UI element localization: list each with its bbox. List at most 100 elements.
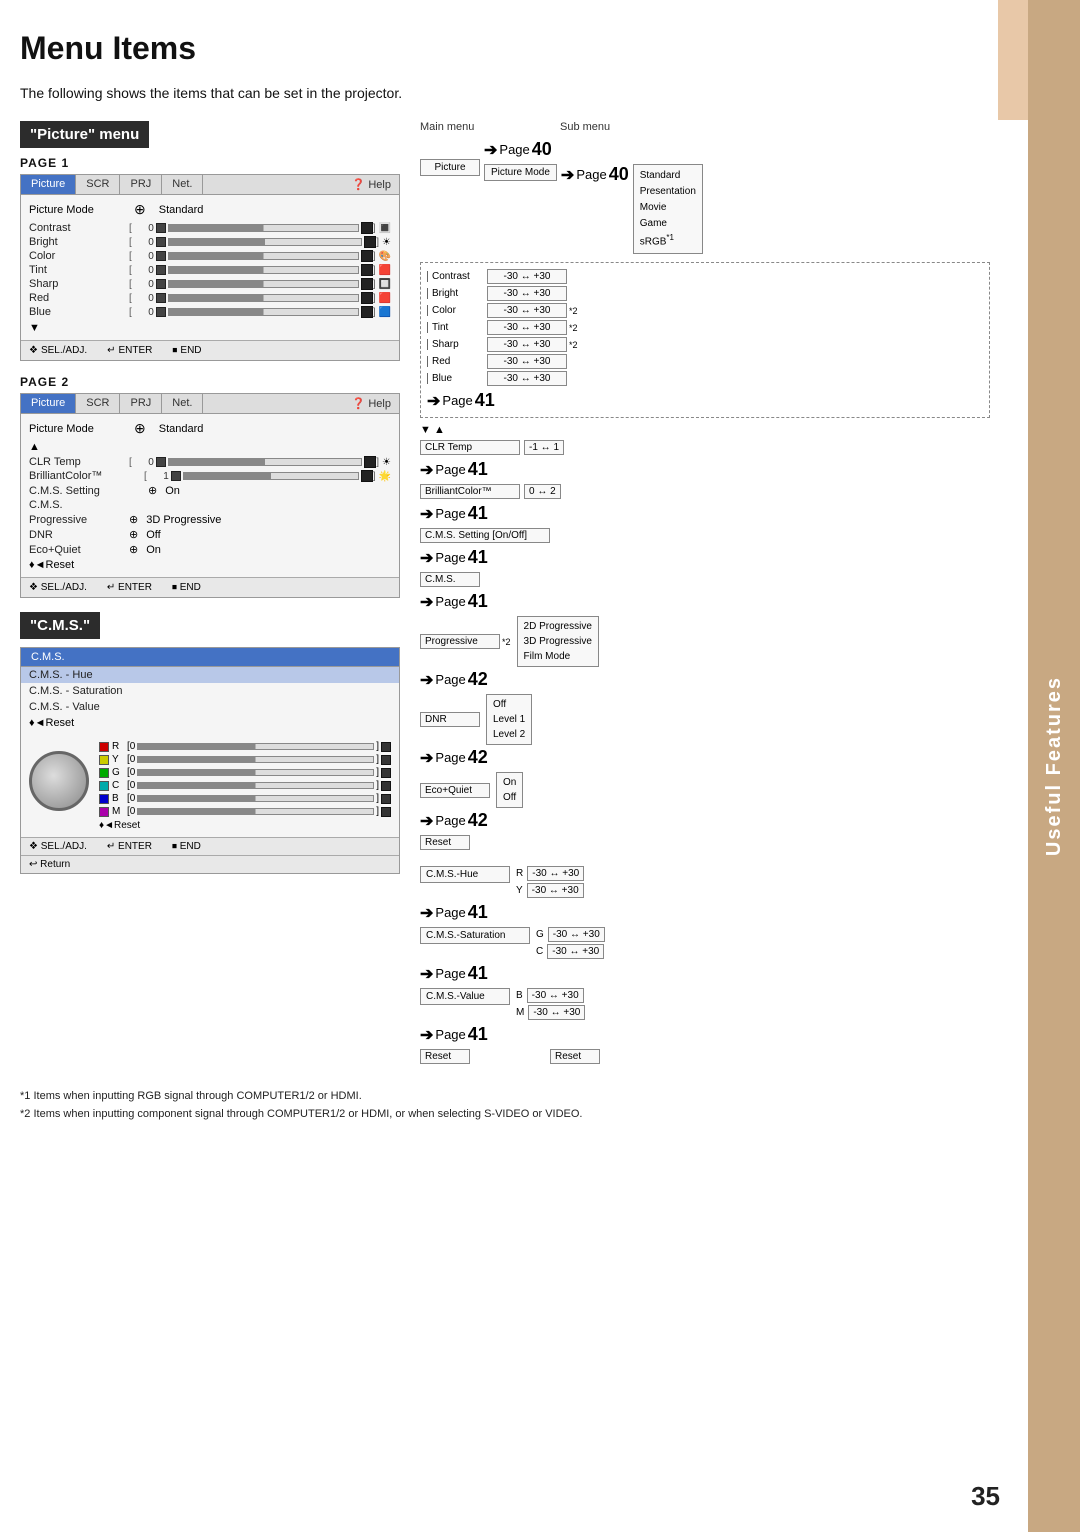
contrast-label: Contrast [29,222,129,234]
page-title: Menu Items [20,30,990,67]
tab-net-p1[interactable]: Net. [162,175,203,194]
page41-brilliant-row: ➔ Page 41 [420,503,990,524]
clrtemp-range-box: -1 ↔ 1 [524,440,564,455]
clrtemp-label-box: CLR Temp [420,440,520,455]
page42-ecoquiet-row: ➔ Page 42 [420,810,990,831]
tab-help-p1[interactable]: ❓ Help [344,175,399,194]
page-number: 35 [971,1481,1000,1512]
picture-mode-sub-items: Standard Presentation Movie Game sRGB*1 [633,164,703,254]
diag-tint-row: Tint -30 ↔ +30 *2 [427,320,983,335]
bright-range: -30 ↔ +30 [487,286,567,301]
tab-picture-p2[interactable]: Picture [21,394,76,413]
useful-features-label: Useful Features [1043,676,1066,856]
cms-saturation-colors: G -30 ↔ +30 C -30 ↔ +30 [536,927,605,959]
bright-slider[interactable] [156,236,376,248]
tab-scr-p2[interactable]: SCR [76,394,120,413]
tab-net-p2[interactable]: Net. [162,394,203,413]
cms-return-row: ↩ Return [21,855,399,873]
cms-saturation-diag: C.M.S.-Saturation G -30 ↔ +30 C -30 ↔ +3… [420,927,990,959]
diag-contrast-row: Contrast -30 ↔ +30 [427,269,983,284]
menu-row-clrtemp: CLR Temp [ 0 ] ☀ [29,456,391,468]
tint-slider[interactable] [156,264,373,276]
tab-help-p2[interactable]: ❓ Help [344,394,399,413]
brilliantcolor-range-box: 0 ↔ 2 [524,484,561,499]
cmssetting-diag-row: C.M.S. Setting [On/Off] [420,528,990,543]
page41-cmssetting-row: ➔ Page 41 [420,547,990,568]
cms-label-box: C.M.S. [420,572,480,587]
cms-reset-box2: Reset [550,1049,600,1064]
dnr-label-box: DNR [420,712,480,727]
tab-scr-p1[interactable]: SCR [76,175,120,194]
tab-prj-p1[interactable]: PRJ [120,175,162,194]
menu-footer-p1: ❖ SEL./ADJ. ↵ ENTER ⏹ END [21,340,399,360]
picture-mode-row-p1: Picture Mode ⊕ Standard [29,201,391,218]
tab-prj-p2[interactable]: PRJ [120,394,162,413]
tab-picture-p1[interactable]: Picture [21,175,76,194]
contrast-group-dashed: Contrast -30 ↔ +30 Bright -30 ↔ +30 Colo… [420,262,990,418]
cms-slider-y: Y [ 0 ] [99,754,391,765]
useful-features-tab: Useful Features [1028,0,1080,1532]
sharp-range: -30 ↔ +30 [487,337,567,352]
color-swatch-g [99,768,109,778]
sharp-slider[interactable] [156,278,373,290]
reset-p2: ♦◄Reset [29,559,391,571]
menu-row-sharp: Sharp [ 0 ] 🔲 [29,278,391,290]
page41-cmsval-row: ➔ Page 41 [420,1024,990,1045]
color-swatch-c [99,781,109,791]
picture-menu-page1-box: Picture SCR PRJ Net. ❓ Help Picture Mode… [20,174,400,361]
cms-sat-g-range: -30 ↔ +30 [548,927,605,942]
blue-slider[interactable] [156,306,373,318]
cms-diagram-area: C.M.S.-Hue R -30 ↔ +30 Y -30 ↔ +30 ➔ [420,866,990,1064]
progressive-sub-items: 2D Progressive 3D Progressive Film Mode [517,616,599,667]
brilliantcolor-diag-row: BrilliantColor™ 0 ↔ 2 [420,484,990,499]
top-accent-bar [998,0,1028,120]
page41-row-1: ➔ Page 41 [427,390,983,411]
cms-color-wheel [29,751,89,811]
cms-slider-m: M [ 0 ] [99,806,391,817]
picture-menu-header: "Picture" menu [20,121,149,148]
cms-value-colors: B -30 ↔ +30 M -30 ↔ +30 [516,988,585,1020]
diag-red-row: Red -30 ↔ +30 [427,354,983,369]
menu-tab-bar-p1: Picture SCR PRJ Net. ❓ Help [21,175,399,195]
main-content: Menu Items The following shows the items… [20,0,990,1124]
down-arrow-p1: ▼ [29,322,391,334]
contrast-slider[interactable] [156,222,373,234]
red-slider[interactable] [156,292,373,304]
page42-dnr-row: ➔ Page 42 [420,747,990,768]
page41-cms-row: ➔ Page 41 [420,591,990,612]
menu-footer-p2: ❖ SEL./ADJ. ↵ ENTER ⏹ END [21,577,399,597]
picture-mode-arrow: ➔ Page 40 [561,164,629,185]
menu-row-contrast: Contrast [ 0 ] 🔳 [29,222,391,234]
color-swatch-m [99,807,109,817]
page40-row: ➔ Page 40 [484,139,552,160]
menu-body-p2: Picture Mode ⊕ Standard ▲ CLR Temp [ 0 [21,414,399,577]
menu-row-cmssetting: C.M.S. Setting ⊕ On [29,484,391,497]
cms-sliders: R [ 0 ] Y [ 0 [99,741,391,831]
cms-menu-box: C.M.S. C.M.S. - Hue C.M.S. - Saturation … [20,647,400,874]
cms-header: "C.M.S." [20,612,100,639]
menu-body-p1: Picture Mode ⊕ Standard Contrast [ 0 [21,195,399,340]
page42-progressive-row: ➔ Page 42 [420,669,990,690]
brilliantcolor-label-box: BrilliantColor™ [420,484,520,499]
cms-sat-c-range: -30 ↔ +30 [547,944,604,959]
cms-footer: ❖ SEL./ADJ. ↵ ENTER ⏹ END [21,837,399,855]
cms-slider-b: B [ 0 ] [99,793,391,804]
picture-mode-diag: Picture Mode ➔ Page 40 Standard Presenta… [484,164,703,254]
color-slider[interactable] [156,250,373,262]
diagram-top-row: Picture ➔ Page 40 Picture Mode ➔ Page [420,139,990,254]
dnr-diag-row: DNR Off Level 1 Level 2 [420,694,990,745]
cms-value-diag: C.M.S.-Value B -30 ↔ +30 M -30 ↔ +30 [420,988,990,1020]
cms-hue-y-range: -30 ↔ +30 [527,883,584,898]
blue-range: -30 ↔ +30 [487,371,567,386]
cms-slider-c: C [ 0 ] [99,780,391,791]
color-swatch-r [99,742,109,752]
footer-sel-p1: ❖ SEL./ADJ. [29,345,87,356]
cms-hue-r-range: -30 ↔ +30 [527,866,584,881]
cms-hue-diag: C.M.S.-Hue R -30 ↔ +30 Y -30 ↔ +30 [420,866,990,898]
cms-tab-bar: C.M.S. [21,648,399,667]
footer-enter-p1: ↵ ENTER [107,345,152,356]
diag-bright-row: Bright -30 ↔ +30 [427,286,983,301]
cms-val-b-range: -30 ↔ +30 [527,988,584,1003]
cms-slider-r: R [ 0 ] [99,741,391,752]
two-column-layout: "Picture" menu PAGE 1 Picture SCR PRJ Ne… [20,121,990,1068]
